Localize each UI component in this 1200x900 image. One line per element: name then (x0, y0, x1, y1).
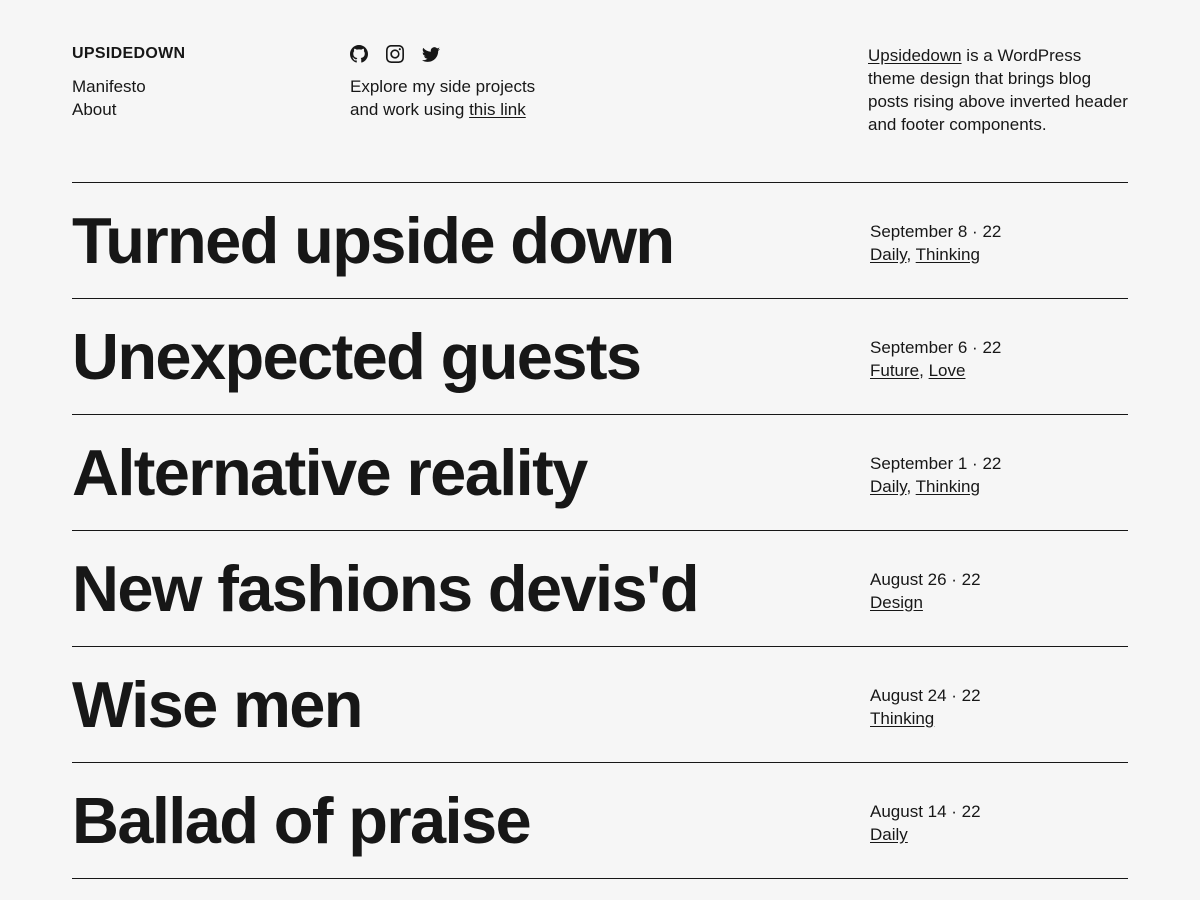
post-categories: Daily (870, 825, 1128, 845)
post-date: August 24 · 22 (870, 686, 1128, 706)
category-link[interactable]: Thinking (916, 477, 980, 496)
post-date: September 6 · 22 (870, 338, 1128, 358)
github-icon[interactable] (350, 45, 368, 63)
category-link[interactable]: Thinking (870, 709, 934, 728)
header-right-column: Upsidedown is a WordPress theme design t… (868, 45, 1128, 137)
post-title[interactable]: Unexpected guests (72, 324, 870, 389)
post-list: Turned upside downSeptember 8 · 22 Daily,… (72, 182, 1128, 879)
site-title[interactable]: UPSIDEDOWN (72, 45, 350, 63)
post-title[interactable]: Turned upside down (72, 208, 870, 273)
post-row: Unexpected guestsSeptember 6 · 22 Future,… (72, 299, 1128, 415)
post-date: September 1 · 22 (870, 454, 1128, 474)
category-link[interactable]: Thinking (916, 245, 980, 264)
category-link[interactable]: Daily (870, 825, 908, 844)
post-meta: September 6 · 22 Future, Love (870, 324, 1128, 381)
theme-name-link[interactable]: Upsidedown (868, 46, 962, 65)
post-date: September 8 · 22 (870, 222, 1128, 242)
post-title[interactable]: Alternative reality (72, 440, 870, 505)
category-link[interactable]: Daily (870, 477, 907, 496)
post-categories: Design (870, 593, 1128, 613)
post-row: Turned upside downSeptember 8 · 22 Daily,… (72, 183, 1128, 299)
post-meta: August 26 · 22 Design (870, 556, 1128, 613)
post-title[interactable]: Ballad of praise (72, 788, 870, 853)
post-row: Alternative realitySeptember 1 · 22 Daily… (72, 415, 1128, 531)
category-link[interactable]: Future (870, 361, 919, 380)
site-header: UPSIDEDOWN Manifesto About Explore my si… (72, 45, 1128, 137)
post-title[interactable]: New fashions devis'd (72, 556, 870, 621)
header-middle-column: Explore my side projects and work using … (350, 45, 630, 137)
explore-link[interactable]: this link (469, 100, 526, 119)
explore-text: Explore my side projects and work using … (350, 76, 550, 122)
post-row: Ballad of praiseAugust 14 · 22 Daily (72, 763, 1128, 879)
header-left-column: UPSIDEDOWN Manifesto About (72, 45, 350, 137)
twitter-icon[interactable] (422, 45, 440, 63)
social-icons (350, 45, 630, 63)
theme-description: Upsidedown is a WordPress theme design t… (868, 45, 1128, 137)
category-link[interactable]: Daily (870, 245, 907, 264)
post-title[interactable]: Wise men (72, 672, 870, 737)
post-meta: August 24 · 22 Thinking (870, 672, 1128, 729)
post-row: New fashions devis'dAugust 26 · 22 Design (72, 531, 1128, 647)
nav-item-manifesto[interactable]: Manifesto (72, 76, 350, 99)
post-date: August 14 · 22 (870, 802, 1128, 822)
post-row: Wise menAugust 24 · 22 Thinking (72, 647, 1128, 763)
post-categories: Daily, Thinking (870, 477, 1128, 497)
primary-nav: Manifesto About (72, 76, 350, 122)
post-date: August 26 · 22 (870, 570, 1128, 590)
post-meta: September 1 · 22 Daily, Thinking (870, 440, 1128, 497)
post-meta: August 14 · 22 Daily (870, 788, 1128, 845)
category-link[interactable]: Love (929, 361, 966, 380)
post-categories: Future, Love (870, 361, 1128, 381)
post-meta: September 8 · 22 Daily, Thinking (870, 208, 1128, 265)
instagram-icon[interactable] (386, 45, 404, 63)
nav-item-about[interactable]: About (72, 99, 350, 122)
post-categories: Daily, Thinking (870, 245, 1128, 265)
category-link[interactable]: Design (870, 593, 923, 612)
post-categories: Thinking (870, 709, 1128, 729)
